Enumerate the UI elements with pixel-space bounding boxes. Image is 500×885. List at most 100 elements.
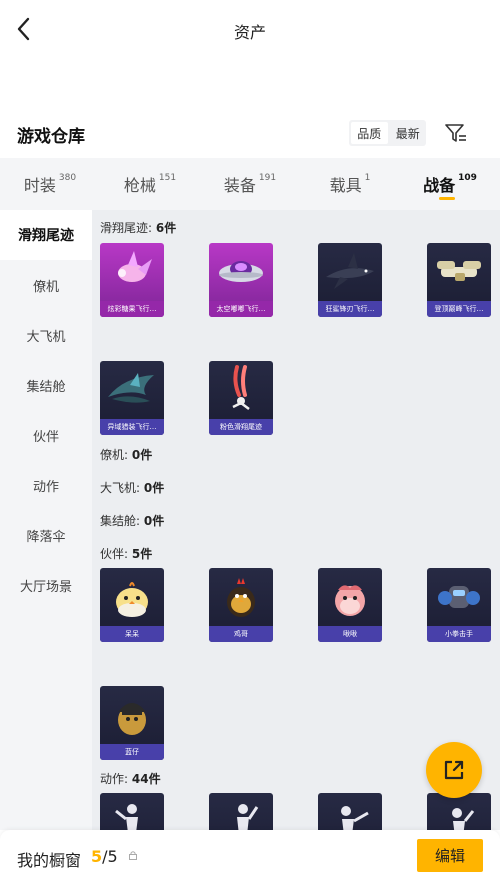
pink-bird-icon <box>335 585 365 616</box>
active-tab-indicator <box>439 197 455 200</box>
item-name: 蓝仔 <box>100 744 164 760</box>
item-card[interactable]: 鸡哥 <box>209 568 273 642</box>
item-card[interactable]: 小拳击手 <box>427 568 491 642</box>
tab-equipment[interactable]: 装备 191 <box>200 158 300 210</box>
sidebar-item-lobby-scene[interactable]: 大厅场景 <box>0 560 92 610</box>
summit-jet-icon <box>437 261 481 281</box>
showcase-count: 5/5 <box>91 847 118 866</box>
item-name: 啾啾 <box>318 626 382 642</box>
sidebar-item-partner[interactable]: 伙伴 <box>0 410 92 460</box>
item-name: 登顶巅峰飞行… <box>427 301 491 317</box>
category-name: 动作: <box>100 772 129 786</box>
tab-label: 装备 <box>223 176 256 195</box>
tab-label: 载具 <box>329 176 362 195</box>
item-card[interactable]: 呆呆 <box>100 568 164 642</box>
shark-glider-icon <box>326 253 374 289</box>
share-icon <box>444 760 464 780</box>
sort-toggle: 品质 最新 <box>349 120 426 146</box>
item-card[interactable]: 啾啾 <box>318 568 382 642</box>
category-name: 伙伴: <box>100 547 129 561</box>
category-count: 6件 <box>155 221 177 235</box>
sidebar-item-big-plane[interactable]: 大飞机 <box>0 310 92 360</box>
tab-vehicles[interactable]: 载具 1 <box>300 158 400 210</box>
item-name: 异域猎装飞行… <box>100 419 164 435</box>
filter-button[interactable] <box>444 121 468 145</box>
tab-fashion[interactable]: 时装 380 <box>0 158 100 210</box>
category-label-wingman: 僚机: 0件 <box>100 446 152 463</box>
sidebar: 滑翔尾迹 僚机 大飞机 集结舱 伙伴 动作 降落伞 大厅场景 <box>0 210 92 830</box>
emote-figure-icon <box>237 804 259 830</box>
tab-guns[interactable]: 枪械 151 <box>100 158 200 210</box>
pink-trail-icon <box>232 365 250 410</box>
showcase-label: 我的橱窗 <box>17 851 82 870</box>
edit-button[interactable]: 编辑 <box>417 839 483 872</box>
item-name: 炫彩糖果飞行… <box>100 301 164 317</box>
sidebar-item-pod[interactable]: 集结舱 <box>0 360 92 410</box>
category-label-plane: 大飞机: 0件 <box>100 479 164 496</box>
category-count: 0件 <box>143 481 165 495</box>
boxer-robot-icon <box>438 586 480 608</box>
category-label-glide: 滑翔尾迹: 6件 <box>100 219 176 236</box>
category-count: 0件 <box>143 514 165 528</box>
rooster-icon <box>227 578 255 617</box>
category-tabs: 时装 380 枪械 151 装备 191 载具 1 战备 109 <box>0 158 500 210</box>
sidebar-item-glide-trail[interactable]: 滑翔尾迹 <box>0 210 92 260</box>
category-count: 5件 <box>131 547 153 561</box>
tab-count: 1 <box>364 173 371 183</box>
category-name: 大飞机: <box>100 481 141 495</box>
category-count: 0件 <box>131 448 153 462</box>
item-name: 鸡哥 <box>209 626 273 642</box>
category-count: 44件 <box>131 772 161 786</box>
tab-count: 151 <box>158 173 177 183</box>
item-card[interactable]: 蓝仔 <box>100 686 164 760</box>
category-label-pod: 集结舱: 0件 <box>100 512 164 529</box>
space-ufo-icon <box>219 261 263 282</box>
emote-figure-icon <box>452 808 475 830</box>
item-name: 小拳击手 <box>427 626 491 642</box>
item-name: 粉色滑翔尾迹 <box>209 419 273 435</box>
warehouse-title: 游戏仓库 <box>17 127 85 147</box>
item-card[interactable]: 异域猎装飞行… <box>100 361 164 435</box>
item-card[interactable] <box>318 793 382 830</box>
sidebar-item-wingman[interactable]: 僚机 <box>0 260 92 310</box>
item-grid: 滑翔尾迹: 6件 炫彩糖果飞行… 太空嘟嘟飞行… 狂鲨锋刃飞行… 登顶巅峰飞行…… <box>92 210 500 830</box>
tab-count: 191 <box>258 173 277 183</box>
knight-bird-icon <box>118 703 146 735</box>
tab-label: 战备 <box>423 176 456 195</box>
tab-count: 380 <box>58 173 77 183</box>
item-card[interactable] <box>427 793 491 830</box>
item-name: 狂鲨锋刃飞行… <box>318 301 382 317</box>
tab-label: 枪械 <box>123 176 156 195</box>
item-card[interactable]: 炫彩糖果飞行… <box>100 243 164 317</box>
emote-figure-icon <box>115 804 138 830</box>
item-card[interactable] <box>209 793 273 830</box>
tab-label: 时装 <box>23 176 56 195</box>
page-title: 资产 <box>233 23 266 42</box>
item-card[interactable]: 粉色滑翔尾迹 <box>209 361 273 435</box>
item-card[interactable]: 狂鲨锋刃飞行… <box>318 243 382 317</box>
category-label-partner: 伙伴: 5件 <box>100 545 152 562</box>
emote-figure-icon <box>341 806 369 830</box>
item-card[interactable]: 太空嘟嘟飞行… <box>209 243 273 317</box>
item-name: 太空嘟嘟飞行… <box>209 301 273 317</box>
tab-battle-gear[interactable]: 战备 109 <box>400 158 500 210</box>
category-label-emote: 动作: 44件 <box>100 770 161 787</box>
item-card[interactable] <box>100 793 164 830</box>
tab-count: 109 <box>458 173 477 183</box>
share-button[interactable] <box>426 742 482 798</box>
sidebar-item-parachute[interactable]: 降落伞 <box>0 510 92 560</box>
filter-icon <box>445 124 466 142</box>
candy-glider-icon <box>118 251 152 282</box>
showcase-current: 5 <box>91 847 103 866</box>
lock-icon <box>128 850 138 863</box>
showcase-total: /5 <box>102 847 118 866</box>
sort-newest-button[interactable]: 最新 <box>390 120 427 146</box>
chick-dai-icon <box>116 582 148 617</box>
category-name: 集结舱: <box>100 514 141 528</box>
showcase-bar: 我的橱窗 5/5 编辑 <box>0 830 500 885</box>
exotic-glider-icon <box>108 373 154 403</box>
sidebar-item-emote[interactable]: 动作 <box>0 460 92 510</box>
sort-quality-button[interactable]: 品质 <box>351 122 388 144</box>
item-card[interactable]: 登顶巅峰飞行… <box>427 243 491 317</box>
category-name: 滑翔尾迹: <box>100 221 153 235</box>
